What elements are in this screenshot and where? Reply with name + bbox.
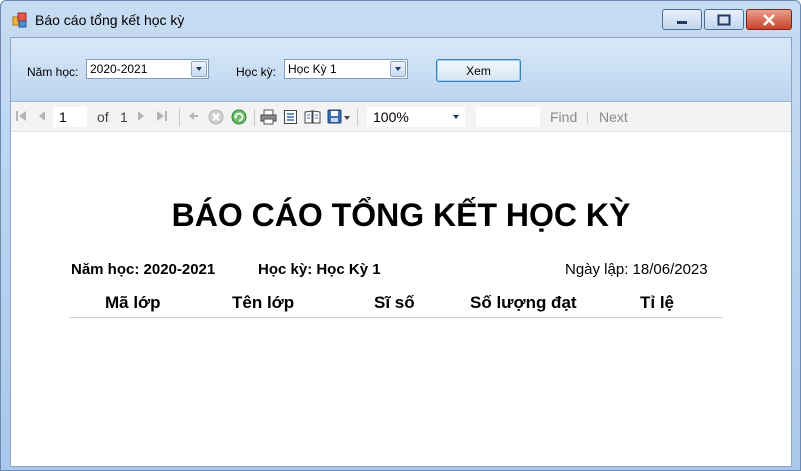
- chevron-down-icon[interactable]: [191, 61, 207, 77]
- toolbar-separator: [179, 109, 180, 126]
- nam-hoc-select[interactable]: 2020-2021: [86, 59, 209, 79]
- hoc-ky-label: Học kỳ:: [236, 65, 277, 79]
- window-title: Báo cáo tổng kết học kỳ: [35, 12, 185, 28]
- column-header-si-so: Sĩ số: [374, 293, 415, 312]
- report-title: BÁO CÁO TỔNG KẾT HỌC KỲ: [171, 197, 631, 233]
- chevron-down-icon[interactable]: [453, 115, 459, 119]
- of-label: of: [97, 109, 109, 125]
- xem-button[interactable]: Xem: [436, 59, 521, 82]
- zoom-value: 100%: [373, 109, 409, 125]
- report-viewer: BÁO CÁO TỔNG KẾT HỌC KỲ Năm học: 2020-20…: [11, 133, 791, 466]
- prev-page-icon[interactable]: [37, 109, 47, 123]
- toolbar-separator: [254, 109, 255, 126]
- print-icon[interactable]: [260, 109, 277, 125]
- app-icon: [12, 12, 28, 28]
- close-button[interactable]: [746, 9, 792, 30]
- column-header-ten-lop: Tên lớp: [232, 293, 295, 312]
- nam-hoc-label: Năm học:: [27, 65, 79, 79]
- toolbar-separator: [587, 112, 588, 123]
- minimize-button[interactable]: [662, 9, 702, 30]
- hoc-ky-select[interactable]: Học Kỳ 1: [284, 59, 408, 79]
- last-page-icon[interactable]: [156, 109, 168, 123]
- close-icon: [763, 13, 775, 26]
- title-bar[interactable]: Báo cáo tổng kết học kỳ: [1, 1, 800, 37]
- client-area: Năm học: 2020-2021 Học kỳ: Học Kỳ 1 Xem …: [10, 37, 792, 467]
- next-link[interactable]: Next: [599, 109, 628, 125]
- report-hoc-ky: Học kỳ: Học Kỳ 1: [258, 261, 381, 278]
- app-window: Báo cáo tổng kết học kỳ Năm học: 2020-20…: [0, 0, 801, 471]
- toolbar-separator: [357, 109, 358, 126]
- stop-icon[interactable]: [208, 109, 224, 125]
- page-setup-icon[interactable]: [304, 109, 321, 125]
- find-input[interactable]: [476, 107, 540, 127]
- minimize-icon: [677, 20, 687, 24]
- back-icon[interactable]: [187, 109, 199, 123]
- maximize-icon: [717, 14, 731, 25]
- column-header-so-luong-dat: Số lượng đạt: [470, 293, 577, 312]
- report-ngay-lap: Ngày lập: 18/06/2023: [565, 261, 708, 278]
- refresh-icon[interactable]: [231, 109, 247, 125]
- chevron-down-icon[interactable]: [390, 61, 406, 77]
- filter-bar: Năm học: 2020-2021 Học kỳ: Học Kỳ 1 Xem: [11, 38, 791, 102]
- maximize-button[interactable]: [704, 9, 744, 30]
- page-number-input[interactable]: 1: [53, 107, 87, 127]
- column-header-ma-lop: Mã lớp: [105, 293, 161, 312]
- export-icon[interactable]: [327, 109, 351, 125]
- page-total: 1: [120, 109, 128, 125]
- nam-hoc-value: 2020-2021: [90, 62, 148, 76]
- report-nam-hoc: Năm học: 2020-2021: [71, 261, 216, 278]
- header-divider: [69, 317, 723, 318]
- find-link[interactable]: Find: [550, 109, 577, 125]
- report-toolbar: 1 of 1 100% Find Next: [11, 102, 791, 132]
- column-header-ti-le: Tỉ lệ: [640, 293, 675, 312]
- zoom-select[interactable]: 100%: [367, 107, 465, 127]
- hoc-ky-value: Học Kỳ 1: [288, 62, 337, 76]
- first-page-icon[interactable]: [15, 109, 27, 123]
- next-page-icon[interactable]: [136, 109, 146, 123]
- print-layout-icon[interactable]: [283, 109, 298, 125]
